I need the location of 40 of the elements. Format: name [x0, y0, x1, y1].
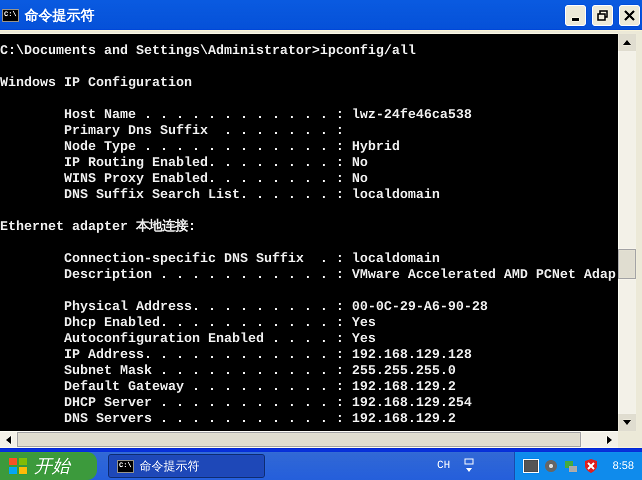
minimize-button[interactable] — [565, 4, 586, 26]
down-arrow-icon[interactable] — [623, 420, 631, 425]
speaker-icon[interactable] — [542, 458, 559, 474]
console-line: Connection-specific DNS Suffix . : localdomain — [62, 252, 441, 268]
windows-logo-icon — [8, 457, 28, 475]
restore-icon — [597, 10, 608, 20]
console-line: Primary Dns Suffix . . . . . . . : — [62, 124, 345, 140]
console-line: Node Type . . . . . . . . . . . . : Hybrid — [62, 140, 401, 156]
language-indicator[interactable]: CH — [437, 458, 450, 474]
shield-icon[interactable] — [582, 458, 599, 474]
clock: 8:58 — [612, 458, 634, 474]
console-line: Autoconfiguration Enabled . . . . : Yes — [62, 332, 377, 348]
horizontal-scrollbar[interactable] — [0, 431, 618, 448]
console-line: DNS Servers . . . . . . . . . . . : 192.168.129.2 — [62, 412, 457, 428]
restore-button[interactable] — [592, 4, 613, 26]
console-line: Subnet Mask . . . . . . . . . . . : 255.255.255.0 — [62, 364, 457, 380]
console-line: Default Gateway . . . . . . . . . : 192.168.129.2 — [62, 380, 457, 396]
scrollbar-thumb[interactable] — [618, 249, 636, 279]
console-line: WINS Proxy Enabled. . . . . . . . : No — [62, 172, 369, 188]
right-arrow-icon[interactable] — [607, 436, 612, 444]
console-line: Description . . . . . . . . . . . : VMware Accelerated AMD PCNet Adap — [62, 268, 617, 284]
console-line: IP Address. . . . . . . . . . . . : 192.168.129.128 — [62, 348, 473, 364]
scrollbar-thumb[interactable] — [17, 432, 581, 447]
console-line: Ethernet adapter 本地连接: — [0, 220, 197, 236]
left-arrow-icon[interactable] — [6, 436, 11, 444]
vertical-scrollbar[interactable] — [618, 34, 636, 431]
console-line: Host Name . . . . . . . . . . . . : lwz-24fe46ca538 — [62, 108, 473, 124]
up-arrow-icon[interactable] — [623, 40, 631, 45]
console-line: C:\Documents and Settings\Administrator>ipconfig/all — [0, 44, 417, 60]
close-icon — [624, 10, 635, 20]
console-line: Dhcp Enabled. . . . . . . . . . . : Yes — [62, 316, 377, 332]
ime-icon[interactable] — [464, 458, 474, 474]
start-button[interactable]: 开始 — [0, 452, 97, 480]
console-line: Windows IP Configuration — [0, 76, 193, 92]
console-line: IP Routing Enabled. . . . . . . . : No — [62, 156, 369, 172]
window-title: 命令提示符 — [24, 6, 96, 24]
console-line: Physical Address. . . . . . . . . : 00-0C-29-A6-90-28 — [62, 300, 489, 316]
close-button[interactable] — [619, 4, 640, 26]
console-line: DHCP Server . . . . . . . . . . . : 192.168.129.254 — [62, 396, 473, 412]
console-line: DNS Suffix Search List. . . . . . : localdomain — [62, 188, 441, 204]
